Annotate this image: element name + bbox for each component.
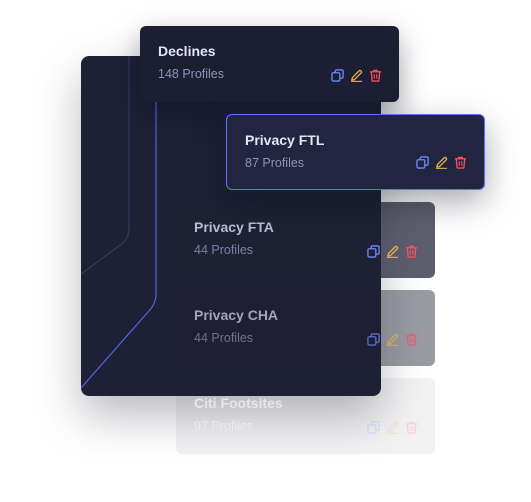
profile-group-card[interactable]: Privacy FTA 44 Profiles: [176, 202, 435, 278]
card-actions: [367, 245, 418, 258]
group-name: Privacy CHA: [194, 307, 279, 323]
card-actions: [416, 156, 467, 169]
delete-icon[interactable]: [454, 156, 467, 169]
delete-icon[interactable]: [405, 333, 418, 346]
group-name: Privacy FTL: [245, 132, 325, 148]
copy-icon[interactable]: [331, 69, 344, 82]
edit-icon[interactable]: [386, 333, 399, 346]
card-actions: [331, 69, 382, 82]
card-actions: [367, 421, 418, 434]
delete-icon[interactable]: [369, 69, 382, 82]
profile-group-card[interactable]: Declines 148 Profiles: [140, 26, 399, 102]
profile-group-card-selected[interactable]: Privacy FTL 87 Profiles: [226, 114, 485, 190]
profile-groups-stack: Privacy FTA 44 Profiles Privacy CHA 44 P…: [0, 0, 531, 502]
edit-icon[interactable]: [435, 156, 448, 169]
group-name: Declines: [158, 43, 216, 59]
copy-icon[interactable]: [367, 333, 380, 346]
edit-icon[interactable]: [350, 69, 363, 82]
delete-icon[interactable]: [405, 245, 418, 258]
copy-icon[interactable]: [416, 156, 429, 169]
profile-group-card[interactable]: Citi Footsites 97 Profiles: [176, 378, 435, 454]
card-actions: [367, 333, 418, 346]
copy-icon[interactable]: [367, 245, 380, 258]
edit-icon[interactable]: [386, 421, 399, 434]
copy-icon[interactable]: [367, 421, 380, 434]
group-name: Privacy FTA: [194, 219, 274, 235]
profile-group-card[interactable]: Privacy CHA 44 Profiles: [176, 290, 435, 366]
delete-icon[interactable]: [405, 421, 418, 434]
edit-icon[interactable]: [386, 245, 399, 258]
group-name: Citi Footsites: [194, 395, 283, 411]
